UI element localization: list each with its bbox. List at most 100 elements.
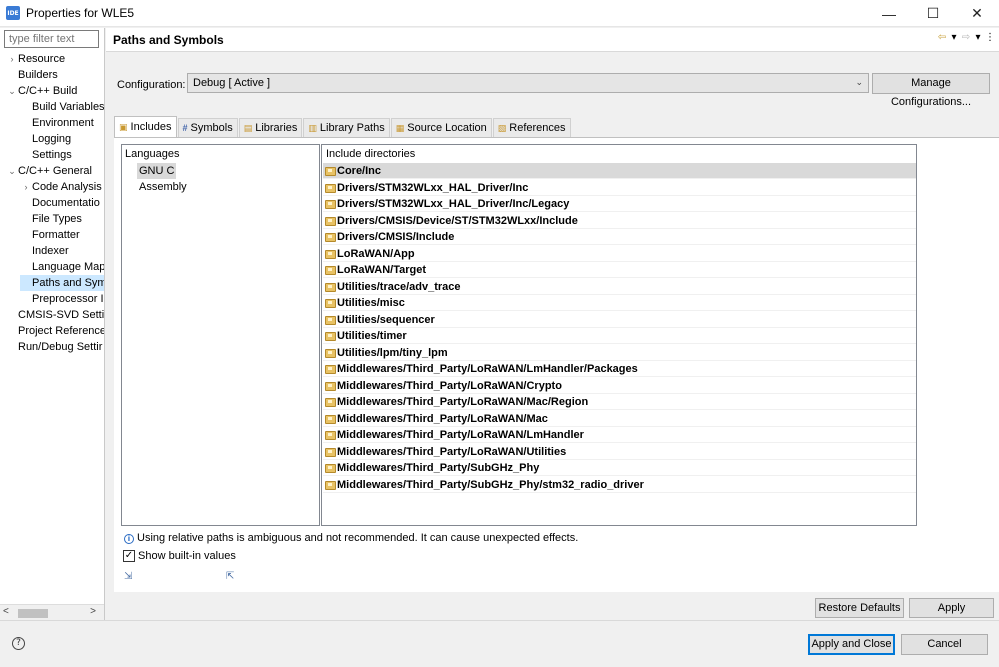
sidebar-item[interactable]: ⌄ C/C++ General <box>6 163 104 179</box>
tab-label: Symbols <box>190 122 233 134</box>
sidebar-item[interactable]: Preprocessor I <box>20 291 104 307</box>
show-builtin-checkbox[interactable]: ✓ Show built-in values <box>123 550 236 562</box>
languages-list[interactable]: Languages GNU C Assembly <box>121 144 320 526</box>
include-directory-row[interactable]: Utilities/misc <box>323 295 916 311</box>
sidebar-item[interactable]: ⌄ C/C++ Build <box>6 83 104 99</box>
include-directory-row[interactable]: Core/Inc <box>323 163 916 179</box>
tab-source-location[interactable]: ▦ Source Location <box>390 118 492 137</box>
include-folder-icon <box>325 430 336 440</box>
include-directory-row[interactable]: Middlewares/Third_Party/LoRaWAN/Utilitie… <box>323 444 916 460</box>
export-settings-icon[interactable]: ⇱ <box>226 571 234 582</box>
sidebar-item-label: C/C++ General <box>18 165 92 177</box>
sidebar-item[interactable]: Documentatio <box>20 195 104 211</box>
include-folder-icon <box>325 249 336 259</box>
include-directory-row[interactable]: Drivers/CMSIS/Device/ST/STM32WLxx/Includ… <box>323 213 916 229</box>
include-folder-icon <box>325 397 336 407</box>
chevron-down-icon[interactable]: ⌄ <box>6 163 18 179</box>
sidebar-item[interactable]: › Code Analysis <box>20 179 104 195</box>
filter-input[interactable] <box>4 30 99 48</box>
sidebar-item[interactable]: Project Reference: <box>6 323 104 339</box>
tab-symbols[interactable]: # Symbols <box>177 118 238 137</box>
chevron-down-icon[interactable]: ⌄ <box>6 83 18 99</box>
include-directory-row[interactable]: Drivers/STM32WLxx_HAL_Driver/Inc/Legacy <box>323 196 916 212</box>
import-settings-icon[interactable]: ⇲ <box>124 571 132 582</box>
sidebar-item[interactable]: Paths and Sym <box>20 275 104 291</box>
include-directory-row[interactable]: Drivers/CMSIS/Include <box>323 229 916 245</box>
sidebar-item[interactable]: Indexer <box>20 243 104 259</box>
include-directories-list[interactable]: Include directories Core/Inc Drivers/STM3… <box>321 144 917 526</box>
include-directory-row[interactable]: LoRaWAN/App <box>323 246 916 262</box>
sidebar-item[interactable]: Settings <box>20 147 104 163</box>
page-header: Paths and Symbols ⇦ ▾ ⇨ ▾ ⋮ <box>106 28 999 52</box>
window-title: Properties for WLE5 <box>26 6 135 20</box>
chevron-right-icon[interactable]: › <box>20 179 32 195</box>
include-directory-path: Middlewares/Third_Party/LoRaWAN/LmHandle… <box>337 363 638 375</box>
sidebar-item[interactable]: Logging <box>20 131 104 147</box>
sidebar-item-label: Resource <box>18 53 66 65</box>
checkbox-checked-icon[interactable]: ✓ <box>123 550 135 562</box>
sidebar-item-label: Formatter <box>32 229 80 241</box>
sidebar-item-label: Project Reference: <box>18 325 104 337</box>
include-directory-path: Middlewares/Third_Party/SubGHz_Phy <box>337 462 540 474</box>
chevron-right-icon[interactable]: › <box>6 51 18 67</box>
include-directory-row[interactable]: Drivers/STM32WLxx_HAL_Driver/Inc <box>323 180 916 196</box>
include-folder-icon <box>325 348 336 358</box>
tab-references[interactable]: ▧ References <box>492 118 571 137</box>
scroll-thumb[interactable] <box>18 609 48 618</box>
help-icon[interactable]: ? <box>12 637 25 650</box>
minimize-button[interactable]: — <box>867 0 911 27</box>
sidebar-item[interactable]: Builders <box>6 67 104 83</box>
scroll-left-icon[interactable]: < <box>3 606 9 617</box>
maximize-button[interactable]: ☐ <box>911 0 955 27</box>
manage-configurations-button[interactable]: Manage Configurations... <box>872 73 990 108</box>
language-item[interactable]: Assembly <box>137 179 189 195</box>
include-directory-row[interactable]: Utilities/sequencer <box>323 312 916 328</box>
close-button[interactable]: ✕ <box>955 0 999 27</box>
include-directory-path: Drivers/STM32WLxx_HAL_Driver/Inc/Legacy <box>337 198 570 210</box>
restore-defaults-button[interactable]: Restore Defaults <box>815 598 904 618</box>
include-directory-row[interactable]: Middlewares/Third_Party/LoRaWAN/LmHandle… <box>323 361 916 377</box>
tab-libraries[interactable]: ▤ Libraries <box>238 118 303 137</box>
include-directory-row[interactable]: Middlewares/Third_Party/LoRaWAN/Mac <box>323 411 916 427</box>
tab-library-paths[interactable]: ▥ Library Paths <box>303 118 390 137</box>
include-folder-icon <box>325 381 336 391</box>
back-arrow-icon[interactable]: ⇦ <box>937 32 947 43</box>
view-menu-icon[interactable]: ⋮ <box>985 32 995 43</box>
include-directory-path: Middlewares/Third_Party/LoRaWAN/Crypto <box>337 379 562 392</box>
sidebar-item[interactable]: Formatter <box>20 227 104 243</box>
apply-button[interactable]: Apply <box>909 598 994 618</box>
back-menu-icon[interactable]: ▾ <box>949 32 959 43</box>
tab-includes[interactable]: ▣ Includes <box>114 116 177 137</box>
forward-arrow-icon[interactable]: ⇨ <box>961 32 971 43</box>
cancel-button[interactable]: Cancel <box>901 634 988 655</box>
configuration-select[interactable]: Debug [ Active ] ⌄ <box>187 73 869 93</box>
include-directory-row[interactable]: Middlewares/Third_Party/LoRaWAN/LmHandle… <box>323 427 916 443</box>
sidebar-item[interactable]: Environment <box>20 115 104 131</box>
scroll-right-icon[interactable]: > <box>90 606 96 617</box>
language-item[interactable]: GNU C <box>137 163 177 179</box>
include-directory-row[interactable]: Middlewares/Third_Party/SubGHz_Phy <box>323 460 916 476</box>
sidebar-item[interactable]: Build Variables <box>20 99 104 115</box>
sidebar-item[interactable]: File Types <box>20 211 104 227</box>
include-directory-path: Middlewares/Third_Party/SubGHz_Phy/stm32… <box>337 478 644 491</box>
sidebar-item-label: Settings <box>32 149 72 161</box>
dialog-footer: ? Apply and Close Cancel <box>0 620 999 667</box>
sidebar-item[interactable]: CMSIS-SVD Settir <box>6 307 104 323</box>
tab-label: References <box>509 122 566 134</box>
include-directory-row[interactable]: Middlewares/Third_Party/SubGHz_Phy/stm32… <box>323 477 916 493</box>
horizontal-scrollbar[interactable]: < > <box>0 604 104 620</box>
sidebar-item-label: Documentatio <box>32 197 100 209</box>
forward-menu-icon[interactable]: ▾ <box>973 32 983 43</box>
include-directory-row[interactable]: LoRaWAN/Target <box>323 262 916 278</box>
include-directory-row[interactable]: Middlewares/Third_Party/LoRaWAN/Crypto <box>323 378 916 394</box>
apply-and-close-button[interactable]: Apply and Close <box>808 634 895 655</box>
sidebar-item[interactable]: › Resource <box>6 51 104 67</box>
include-directory-row[interactable]: Middlewares/Third_Party/LoRaWAN/Mac/Regi… <box>323 394 916 410</box>
sidebar-item[interactable]: Language Map <box>20 259 104 275</box>
include-directory-row[interactable]: Utilities/timer <box>323 328 916 344</box>
libraries-icon: ▤ <box>243 123 253 133</box>
include-directory-path: Middlewares/Third_Party/LoRaWAN/Mac/Regi… <box>337 396 589 408</box>
include-directory-row[interactable]: Utilities/lpm/tiny_lpm <box>323 345 916 361</box>
sidebar-item[interactable]: Run/Debug Settir <box>6 339 104 355</box>
include-directory-row[interactable]: Utilities/trace/adv_trace <box>323 279 916 295</box>
